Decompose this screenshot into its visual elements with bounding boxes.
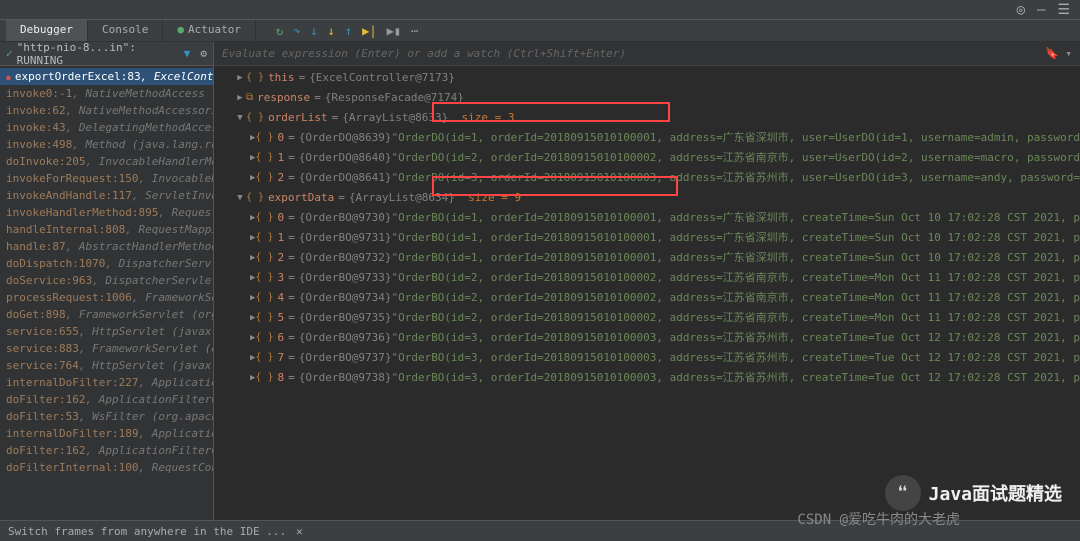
expand-icon[interactable]: ▶ [234, 90, 246, 106]
stack-frame[interactable]: handleInternal:808, RequestMapping [0, 221, 213, 238]
stack-frame[interactable]: doService:963, DispatcherServlet (o [0, 272, 213, 289]
var-exportdata[interactable]: ▼ { } exportData = {ArrayList@8634} size… [214, 188, 1080, 208]
object-icon: { } [255, 230, 273, 246]
object-icon: { } [255, 130, 273, 146]
object-icon: { } [255, 290, 273, 306]
tab-console[interactable]: Console [88, 20, 163, 41]
list-item[interactable]: ▶{ }0={OrderDO@8639} "OrderDO(id=1, orde… [214, 128, 1080, 148]
check-icon: ✓ [6, 47, 13, 60]
csdn-watermark: CSDN @爱吃牛肉的大老虎 [797, 509, 960, 529]
tab-debugger[interactable]: Debugger [6, 20, 88, 41]
title-bar: ◎ — ☰ [0, 0, 1080, 20]
evaluate-frame-icon[interactable]: ▶▮ [387, 24, 401, 38]
object-icon: { } [246, 110, 264, 126]
stack-frame[interactable]: service:655, HttpServlet (javax.servle [0, 323, 213, 340]
restart-icon[interactable]: ↻ [276, 24, 283, 38]
bookmark-icon[interactable]: 🔖 ▾ [1045, 47, 1072, 60]
step-into-icon[interactable]: ↓ [310, 24, 317, 38]
stack-frame[interactable]: invokeHandlerMethod:895, Request [0, 204, 213, 221]
list-item[interactable]: ▶{ }7={OrderBO@9737} "OrderBO(id=3, orde… [214, 348, 1080, 368]
collapse-icon[interactable]: ▼ [234, 190, 246, 206]
close-tip-icon[interactable]: ✕ [296, 525, 303, 538]
object-icon: { } [255, 270, 273, 286]
stack-frame[interactable]: doInvoke:205, InvocableHandlerMe [0, 153, 213, 170]
var-this[interactable]: ▶ { } this = {ExcelController@7173} [214, 68, 1080, 88]
object-icon: { } [255, 250, 273, 266]
stack-frame[interactable]: doDispatch:1070, DispatcherServlet [0, 255, 213, 272]
stack-frame[interactable]: service:883, FrameworkServlet (org. [0, 340, 213, 357]
stack-frame[interactable]: internalDoFilter:227, ApplicationFilte [0, 374, 213, 391]
stack-frame[interactable]: doFilter:162, ApplicationFilterChain ( [0, 442, 213, 459]
run-to-cursor-icon[interactable]: ▶| [362, 24, 376, 38]
settings-icon[interactable]: ⚙ [200, 47, 207, 60]
frames-panel: ✓ "http-nio-8...in": RUNNING ▼ ⚙ exportO… [0, 42, 214, 520]
debugger-tabs: Debugger Console ●Actuator ↻ ↷ ↓ ↓ ↑ ▶| … [0, 20, 1080, 42]
variables-panel: Evaluate expression (Enter) or add a wat… [214, 42, 1080, 520]
actuator-icon: ● [177, 23, 184, 36]
object-icon: { } [255, 310, 273, 326]
stack-frame[interactable]: doFilter:162, ApplicationFilterChain ( [0, 391, 213, 408]
menu-icon[interactable]: ☰ [1057, 2, 1070, 18]
evaluate-placeholder: Evaluate expression (Enter) or add a wat… [222, 47, 626, 60]
object-icon: { } [246, 70, 264, 86]
tab-actuator[interactable]: ●Actuator [163, 20, 256, 41]
stack-frame[interactable]: invoke:498, Method (java.lang.reflec [0, 136, 213, 153]
step-over-icon[interactable]: ↷ [293, 24, 300, 38]
var-response[interactable]: ▶ ⧉ response = {ResponseFacade@7174} [214, 88, 1080, 108]
list-item[interactable]: ▶{ }4={OrderBO@9734} "OrderBO(id=2, orde… [214, 288, 1080, 308]
step-toolbar: ↻ ↷ ↓ ↓ ↑ ▶| ▶▮ ⋯ [276, 20, 418, 41]
more-icon[interactable]: ⋯ [411, 24, 418, 38]
watermark: ❝ Java面试题精选 [885, 475, 1062, 511]
stack-frame[interactable]: invoke0:-1, NativeMethodAccess [0, 85, 213, 102]
list-item[interactable]: ▶{ }3={OrderBO@9733} "OrderBO(id=2, orde… [214, 268, 1080, 288]
watermark-text: Java面试题精选 [929, 480, 1062, 506]
stack-frame[interactable]: invokeAndHandle:117, ServletInvoc [0, 187, 213, 204]
list-item[interactable]: ▶{ }1={OrderBO@9731} "OrderBO(id=1, orde… [214, 228, 1080, 248]
object-icon: { } [246, 190, 264, 206]
object-icon: { } [255, 150, 273, 166]
thread-name: "http-nio-8...in": RUNNING [17, 42, 180, 67]
stack-frame[interactable]: service:764, HttpServlet (javax.servle [0, 357, 213, 374]
stack-frame[interactable]: invoke:43, DelegatingMethodAcces [0, 119, 213, 136]
frames-list: exportOrderExcel:83, ExcelControllerinvo… [0, 66, 213, 478]
stack-frame[interactable]: handle:87, AbstractHandlerMethod [0, 238, 213, 255]
stack-frame[interactable]: exportOrderExcel:83, ExcelController [0, 68, 213, 85]
stack-frame[interactable]: invoke:62, NativeMethodAccessorIm [0, 102, 213, 119]
collapse-icon[interactable]: ▼ [234, 110, 246, 126]
list-item[interactable]: ▶{ }6={OrderBO@9736} "OrderBO(id=3, orde… [214, 328, 1080, 348]
list-item[interactable]: ▶{ }1={OrderDO@8640} "OrderDO(id=2, orde… [214, 148, 1080, 168]
object-icon: { } [255, 210, 273, 226]
force-step-into-icon[interactable]: ↓ [328, 24, 335, 38]
stack-frame[interactable]: internalDoFilter:189, ApplicationFilte [0, 425, 213, 442]
stack-frame[interactable]: doFilter:53, WsFilter (org.apache.tom [0, 408, 213, 425]
var-orderlist[interactable]: ▼ { } orderList = {ArrayList@8633} size … [214, 108, 1080, 128]
status-text: Switch frames from anywhere in the IDE .… [8, 525, 286, 538]
object-icon: { } [255, 370, 273, 386]
object-icon: { } [255, 170, 273, 186]
minimize-icon[interactable]: — [1037, 2, 1045, 18]
variables-tree: ▶ { } this = {ExcelController@7173} ▶ ⧉ … [214, 66, 1080, 390]
list-item[interactable]: ▶{ }8={OrderBO@9738} "OrderBO(id=3, orde… [214, 368, 1080, 388]
stack-frame[interactable]: processRequest:1006, FrameworkSe [0, 289, 213, 306]
target-icon[interactable]: ◎ [1017, 2, 1025, 18]
stack-frame[interactable]: invokeForRequest:150, InvocableH [0, 170, 213, 187]
wechat-icon: ❝ [885, 475, 921, 511]
thread-selector[interactable]: ✓ "http-nio-8...in": RUNNING ▼ ⚙ [0, 42, 213, 66]
list-item[interactable]: ▶{ }2={OrderDO@8641} "OrderDO(id=3, orde… [214, 168, 1080, 188]
evaluate-bar[interactable]: Evaluate expression (Enter) or add a wat… [214, 42, 1080, 66]
expand-icon[interactable]: ▶ [234, 70, 246, 86]
filter-icon[interactable]: ▼ [184, 47, 191, 60]
step-out-icon[interactable]: ↑ [345, 24, 352, 38]
field-icon: ⧉ [246, 90, 253, 106]
stack-frame[interactable]: doFilterInternal:100, RequestContex [0, 459, 213, 476]
list-item[interactable]: ▶{ }0={OrderBO@9730} "OrderBO(id=1, orde… [214, 208, 1080, 228]
stack-frame[interactable]: doGet:898, FrameworkServlet (org.s [0, 306, 213, 323]
object-icon: { } [255, 330, 273, 346]
object-icon: { } [255, 350, 273, 366]
list-item[interactable]: ▶{ }5={OrderBO@9735} "OrderBO(id=2, orde… [214, 308, 1080, 328]
list-item[interactable]: ▶{ }2={OrderBO@9732} "OrderBO(id=1, orde… [214, 248, 1080, 268]
